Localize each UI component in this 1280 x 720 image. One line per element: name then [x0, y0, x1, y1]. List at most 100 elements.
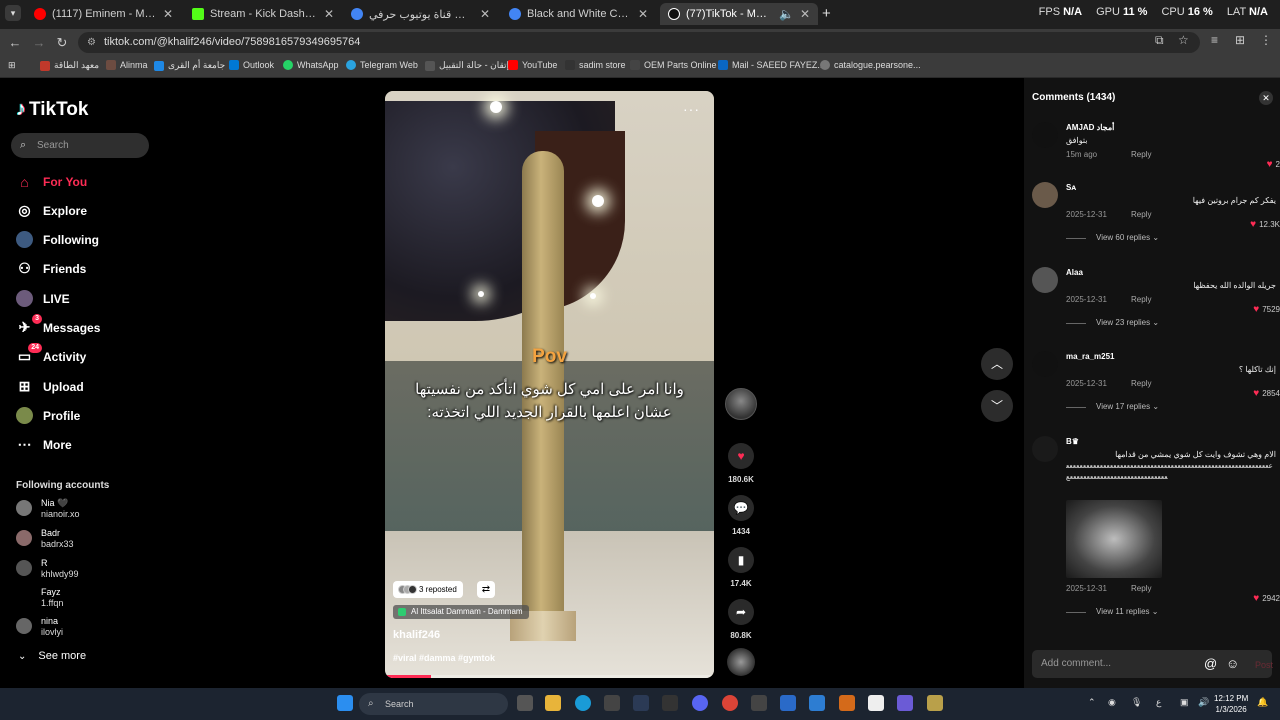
video-hashtags[interactable]: #viral #damma #gymtok	[393, 653, 495, 663]
search-input[interactable]: ⌕ Search	[11, 133, 149, 158]
bookmark-item[interactable]: WhatsApp	[283, 60, 339, 70]
following-account[interactable]: Fayz 1.ffqn	[16, 587, 63, 609]
save-button[interactable]: ▮ 17.4K	[722, 547, 760, 588]
view-replies-button[interactable]: View 60 replies ⌄	[1066, 233, 1276, 243]
like-button[interactable]: ♥ 180.6K	[722, 443, 760, 484]
app-icon[interactable]	[839, 695, 855, 711]
language-indicator[interactable]: ع	[1156, 697, 1161, 708]
view-replies-button[interactable]: View 11 replies ⌄	[1066, 607, 1276, 617]
speaker-icon[interactable]: 🔈	[779, 7, 794, 21]
volume-icon[interactable]: 🔊	[1198, 697, 1209, 708]
following-account[interactable]: nina ilovlyi	[16, 616, 63, 638]
app-icon[interactable]	[927, 695, 943, 711]
address-bar[interactable]: ⚙ tiktok.com/@khalif246/video/7589816579…	[78, 32, 1200, 53]
reply-button[interactable]: Reply	[1131, 584, 1151, 593]
see-more-button[interactable]: ⌄ See more	[18, 650, 86, 662]
browser-tab[interactable]: Black and White Corporate M✕	[501, 3, 656, 25]
nav-messages[interactable]: ✈ 3 Messages	[16, 314, 100, 336]
comment-like-button[interactable]: ♥ 2	[1267, 159, 1280, 170]
bookmark-item[interactable]: Outlook	[229, 60, 274, 70]
avatar[interactable]	[1032, 182, 1058, 208]
new-tab-button[interactable]: +	[822, 5, 831, 22]
comment-like-button[interactable]: ♥ 2942	[1253, 593, 1280, 604]
nav-for-you[interactable]: ⌂ For You	[16, 173, 87, 190]
task-view-icon[interactable]	[517, 695, 533, 711]
bookmark-item[interactable]: catalogue.pearsone...	[820, 60, 921, 70]
app-icon[interactable]	[809, 695, 825, 711]
location-tag[interactable]: Al Ittsalat Dammam - Dammam	[393, 605, 529, 619]
comment-like-button[interactable]: ♥ 7529	[1253, 304, 1280, 315]
edge-icon[interactable]	[575, 695, 591, 711]
reposted-indicator[interactable]: 3 reposted	[393, 581, 463, 598]
reload-icon[interactable]: ↻	[52, 33, 72, 53]
comment-like-button[interactable]: ♥ 12.3K	[1250, 219, 1280, 230]
tray-overflow-icon[interactable]: ⌃	[1088, 697, 1096, 708]
chrome-icon[interactable]	[722, 695, 738, 711]
back-icon[interactable]: ←	[5, 33, 25, 53]
nav-more[interactable]: ⋯ More	[16, 436, 72, 453]
view-replies-button[interactable]: View 17 replies ⌄	[1066, 402, 1276, 412]
reply-button[interactable]: Reply	[1131, 150, 1151, 159]
bookmark-item[interactable]: OEM Parts Online	[630, 60, 717, 70]
view-replies-button[interactable]: View 23 replies ⌄	[1066, 318, 1276, 328]
app-icon[interactable]	[780, 695, 796, 711]
bookmark-item[interactable]: YouTube	[508, 60, 557, 70]
bookmark-item[interactable]: إتقان - حالة التقبيل	[425, 60, 509, 71]
bookmark-star-icon[interactable]: ☆	[1178, 33, 1189, 47]
bookmark-item[interactable]: معهد الطاقة	[40, 60, 99, 71]
comment-like-button[interactable]: ♥ 2854	[1253, 388, 1280, 399]
nav-friends[interactable]: ⚇ Friends	[16, 260, 86, 277]
avatar[interactable]	[1032, 351, 1058, 377]
windows-start-icon[interactable]	[337, 695, 353, 711]
taskbar-clock[interactable]: 12:12 PM 1/3/2026	[1214, 693, 1248, 715]
browser-tab[interactable]: بحث عن غلاف قناة يوتيوب حرفي✕	[343, 3, 498, 25]
video-player[interactable]: ··· Pov وانا امر على امي كل شوي اتأكد من…	[385, 91, 714, 678]
discord-icon[interactable]	[692, 695, 708, 711]
reply-button[interactable]: Reply	[1131, 295, 1151, 304]
browser-tab[interactable]: (1117) Eminem - Mockingbird |✕	[26, 3, 181, 25]
close-tab-icon[interactable]: ✕	[480, 7, 490, 21]
bookmark-item[interactable]: sadim store	[565, 60, 626, 70]
following-account[interactable]: Badr badrx33	[16, 528, 74, 550]
app-icon[interactable]	[751, 695, 767, 711]
bookmark-item[interactable]: Telegram Web	[346, 60, 418, 70]
network-app-icon[interactable]: ◉	[1108, 697, 1116, 708]
bookmark-item[interactable]: جامعة أم القرى	[154, 60, 225, 71]
reply-button[interactable]: Reply	[1131, 210, 1151, 219]
creator-avatar[interactable]	[725, 388, 757, 420]
microphone-icon[interactable]: 🎙	[1131, 697, 1142, 708]
post-comment-button[interactable]: Post	[1255, 660, 1273, 670]
nav-explore[interactable]: ◎ Explore	[16, 202, 87, 219]
sound-disc[interactable]	[727, 648, 755, 676]
bookmark-item[interactable]: Mail - SAEED FAYEZ...	[718, 60, 825, 70]
browser-tab[interactable]: Stream - Kick Dashboard✕	[184, 3, 342, 25]
video-author[interactable]: khalif246	[393, 629, 440, 641]
repost-icon[interactable]: ⇄	[477, 581, 495, 598]
comment-image[interactable]	[1066, 500, 1162, 578]
close-tab-icon[interactable]: ✕	[324, 7, 334, 21]
previous-video-button[interactable]: ︿	[981, 348, 1013, 380]
emoji-icon[interactable]: ☺	[1226, 650, 1239, 678]
avatar[interactable]	[1032, 267, 1058, 293]
app-icon[interactable]	[868, 695, 884, 711]
site-info-icon[interactable]: ⚙	[87, 32, 96, 53]
nav-following[interactable]: Following	[16, 231, 99, 248]
extensions-icon[interactable]: ⊞	[1235, 33, 1245, 47]
close-tab-icon[interactable]: ✕	[800, 7, 810, 21]
video-more-options-icon[interactable]: ···	[683, 101, 700, 117]
tab-search-button[interactable]: ▾	[5, 5, 21, 21]
close-tab-icon[interactable]: ✕	[163, 7, 173, 21]
install-app-icon[interactable]: ⧉	[1155, 33, 1164, 48]
close-icon[interactable]: ✕	[1259, 91, 1273, 105]
mention-icon[interactable]: @	[1204, 650, 1217, 678]
avatar[interactable]	[1032, 122, 1058, 148]
next-video-button[interactable]: ﹀	[981, 390, 1013, 422]
notifications-icon[interactable]: 🔔	[1257, 697, 1268, 708]
app-icon[interactable]	[897, 695, 913, 711]
avatar[interactable]	[1032, 436, 1058, 462]
tiktok-logo[interactable]: ♪ TikTok	[16, 98, 88, 121]
apps-icon[interactable]: ⊞	[8, 60, 16, 71]
following-account[interactable]: Rkhlwdy99	[16, 558, 79, 580]
nav-live[interactable]: LIVE	[16, 290, 70, 307]
comment-button[interactable]: 💬 1434	[722, 495, 760, 536]
